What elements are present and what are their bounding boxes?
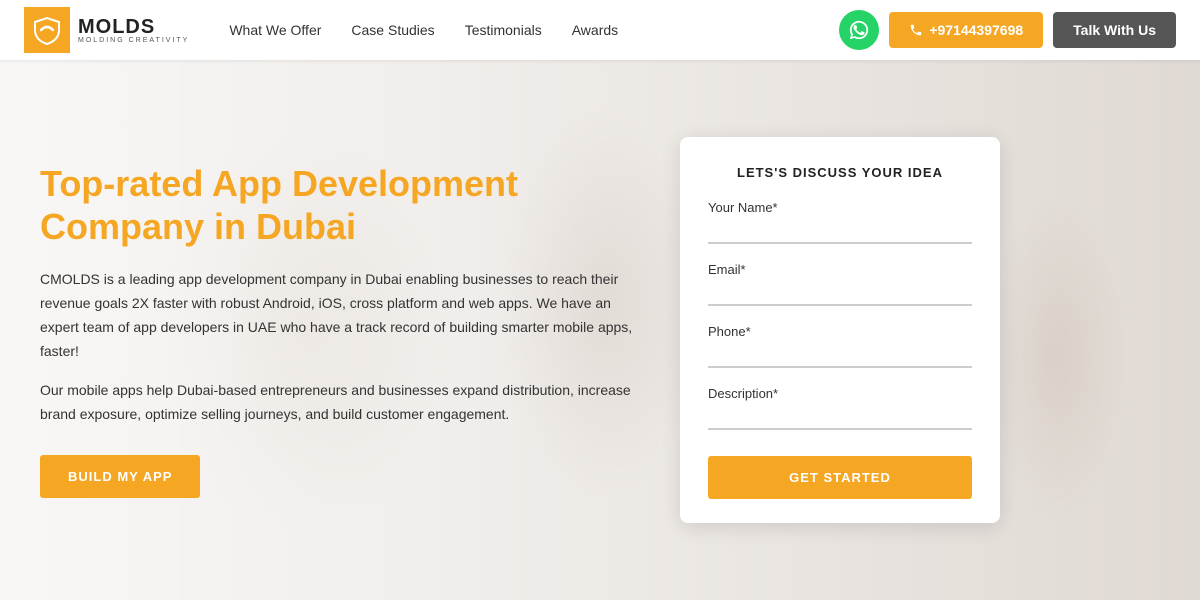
phone-number: +97144397698 [929, 22, 1023, 38]
nav-what-we-offer[interactable]: What We Offer [229, 22, 321, 38]
phone-label: Phone* [708, 324, 972, 339]
build-my-app-button[interactable]: BUILD MY APP [40, 455, 200, 498]
nav-actions: +97144397698 Talk With Us [839, 10, 1176, 50]
email-label: Email* [708, 262, 972, 277]
navbar: MOLDS MOLDING CREATIVITY What We Offer C… [0, 0, 1200, 60]
nav-case-studies[interactable]: Case Studies [351, 22, 434, 38]
phone-field-group: Phone* [708, 324, 972, 368]
hero-description-1: CMOLDS is a leading app development comp… [40, 268, 640, 363]
whatsapp-button[interactable] [839, 10, 879, 50]
hero-text: Top-rated App Development Company in Dub… [40, 162, 640, 498]
hero-title: Top-rated App Development Company in Dub… [40, 162, 640, 248]
logo-icon [24, 7, 70, 53]
email-field-group: Email* [708, 262, 972, 306]
name-field-group: Your Name* [708, 200, 972, 244]
nav-links: What We Offer Case Studies Testimonials … [229, 22, 839, 38]
hero-content: Top-rated App Development Company in Dub… [0, 107, 1200, 553]
get-started-button[interactable]: GET STARTED [708, 456, 972, 499]
nav-awards[interactable]: Awards [572, 22, 618, 38]
phone-input[interactable] [708, 343, 972, 368]
phone-button[interactable]: +97144397698 [889, 12, 1043, 48]
description-input[interactable] [708, 405, 972, 430]
name-input[interactable] [708, 219, 972, 244]
logo[interactable]: MOLDS MOLDING CREATIVITY [24, 7, 189, 53]
email-input[interactable] [708, 281, 972, 306]
name-label: Your Name* [708, 200, 972, 215]
contact-form-card: LETS'S DISCUSS YOUR IDEA Your Name* Emai… [680, 137, 1000, 523]
talk-with-us-button[interactable]: Talk With Us [1053, 12, 1176, 48]
logo-text: MOLDS MOLDING CREATIVITY [78, 17, 189, 44]
hero-section: Top-rated App Development Company in Dub… [0, 60, 1200, 600]
hero-description-2: Our mobile apps help Dubai-based entrepr… [40, 379, 640, 427]
logo-sub: MOLDING CREATIVITY [78, 37, 189, 44]
nav-testimonials[interactable]: Testimonials [465, 22, 542, 38]
description-label: Description* [708, 386, 972, 401]
description-field-group: Description* [708, 386, 972, 430]
form-title: LETS'S DISCUSS YOUR IDEA [708, 165, 972, 180]
logo-brand: MOLDS [78, 17, 189, 37]
